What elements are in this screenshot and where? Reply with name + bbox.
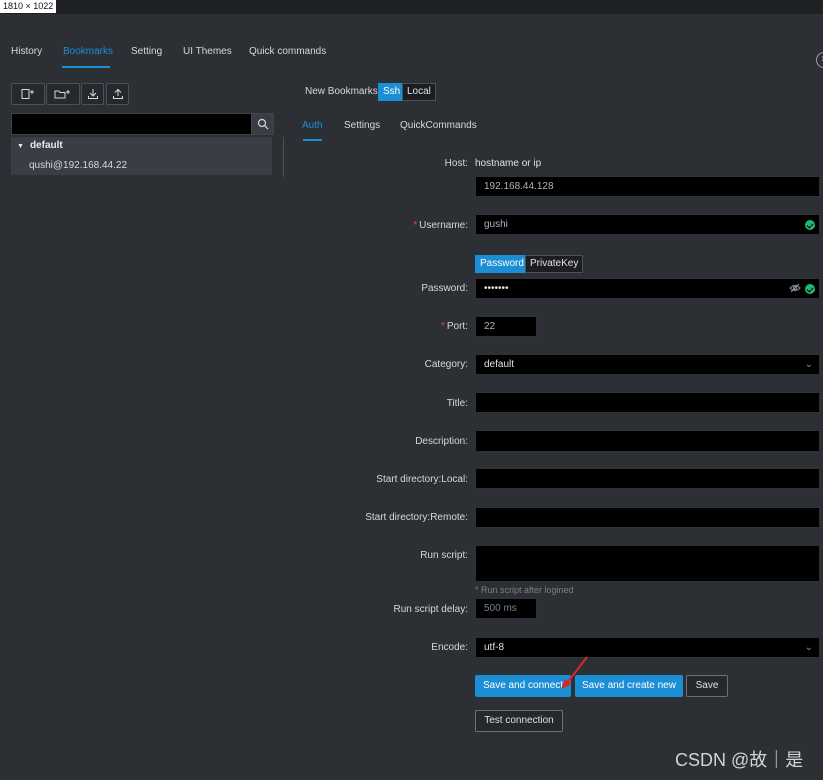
type-local-button[interactable]: Local [402, 83, 436, 101]
new-folder-button[interactable] [46, 83, 80, 105]
host-hint: hostname or ip [475, 158, 542, 169]
tab-quickcommands[interactable]: QuickCommands [400, 120, 477, 131]
description-label: Description: [415, 436, 468, 447]
import-button[interactable] [81, 83, 104, 105]
tree-group-default[interactable]: ▼ default [17, 140, 63, 151]
eye-off-icon[interactable] [789, 282, 801, 301]
start-directory-local-input[interactable] [475, 468, 820, 489]
encode-value: utf-8 [484, 642, 505, 653]
export-button[interactable] [106, 83, 129, 105]
start-directory-remote-label: Start directory:Remote: [365, 512, 468, 523]
run-script-delay-label: Run script delay: [393, 604, 468, 615]
search-button[interactable] [251, 113, 274, 135]
host-input[interactable]: 192.168.44.128 [475, 176, 820, 197]
tab-quick-commands[interactable]: Quick commands [249, 46, 326, 57]
auth-privatekey-button[interactable]: PrivateKey [525, 255, 584, 273]
title-label: Title: [446, 398, 468, 409]
check-icon [805, 284, 815, 294]
search-icon [257, 118, 268, 130]
port-input[interactable]: 22 [475, 316, 537, 337]
tab-bookmarks[interactable]: Bookmarks [63, 46, 113, 57]
encode-select[interactable]: utf-8 ⌄ [475, 637, 820, 658]
username-input[interactable]: gushi [475, 214, 820, 235]
category-select[interactable]: default ⌄ [475, 354, 820, 375]
run-script-delay-placeholder: 500 ms [484, 603, 517, 614]
password-input[interactable]: ••••••• [475, 278, 820, 299]
host-label: Host: [444, 158, 468, 169]
run-script-delay-input[interactable]: 500 ms [475, 598, 537, 619]
category-label: Category: [424, 359, 468, 370]
new-bookmarks-label: New Bookmarks [305, 86, 378, 97]
run-script-label: Run script: [420, 550, 468, 561]
active-subtab-indicator [303, 139, 322, 141]
caret-down-icon: ▼ [17, 143, 24, 150]
panel-divider [283, 137, 284, 177]
download-icon [87, 89, 98, 99]
username-value: gushi [484, 219, 508, 230]
run-script-textarea[interactable] [475, 545, 820, 582]
host-value: 192.168.44.128 [484, 181, 554, 192]
chevron-down-icon: ⌄ [804, 359, 813, 370]
file-plus-icon [21, 89, 34, 99]
save-button[interactable]: Save [686, 675, 728, 697]
description-textarea[interactable] [475, 430, 820, 452]
port-label: * Port: [440, 321, 468, 332]
tab-settings[interactable]: Settings [344, 120, 380, 131]
tree-group-label: default [29, 140, 63, 151]
username-label: * Username: [413, 220, 468, 231]
tab-history[interactable]: History [11, 46, 42, 57]
upload-icon [112, 88, 123, 99]
tab-auth[interactable]: Auth [302, 120, 323, 131]
watermark-text: CSDN @故｜是 [675, 750, 804, 770]
close-icon[interactable]: × [816, 52, 823, 68]
active-tab-indicator [62, 66, 110, 68]
run-script-hint: * Run script after logined [475, 585, 574, 595]
password-label: Password: [421, 283, 468, 294]
annotation-arrow-icon [561, 656, 588, 689]
port-value: 22 [484, 321, 496, 332]
bookmark-search-input[interactable] [11, 113, 253, 135]
chevron-down-icon: ⌄ [804, 642, 813, 653]
title-input[interactable] [475, 392, 820, 413]
check-icon [805, 220, 815, 230]
window-top-strip [0, 0, 823, 14]
folder-plus-icon [54, 90, 70, 99]
new-bookmark-button[interactable] [11, 83, 45, 105]
password-value: ••••••• [484, 283, 509, 294]
encode-label: Encode: [431, 642, 468, 653]
tab-setting[interactable]: Setting [131, 46, 162, 57]
auth-password-button[interactable]: Password [475, 255, 529, 273]
start-directory-remote-input[interactable] [475, 507, 820, 528]
screenshot-dimensions-label: 1810 × 1022 [0, 0, 57, 13]
tree-item-bookmark[interactable]: qushi@192.168.44.22 [29, 160, 127, 171]
start-directory-local-label: Start directory:Local: [376, 474, 468, 485]
tab-ui-themes[interactable]: UI Themes [183, 46, 232, 57]
test-connection-button[interactable]: Test connection [475, 710, 563, 732]
category-value: default [484, 359, 515, 370]
